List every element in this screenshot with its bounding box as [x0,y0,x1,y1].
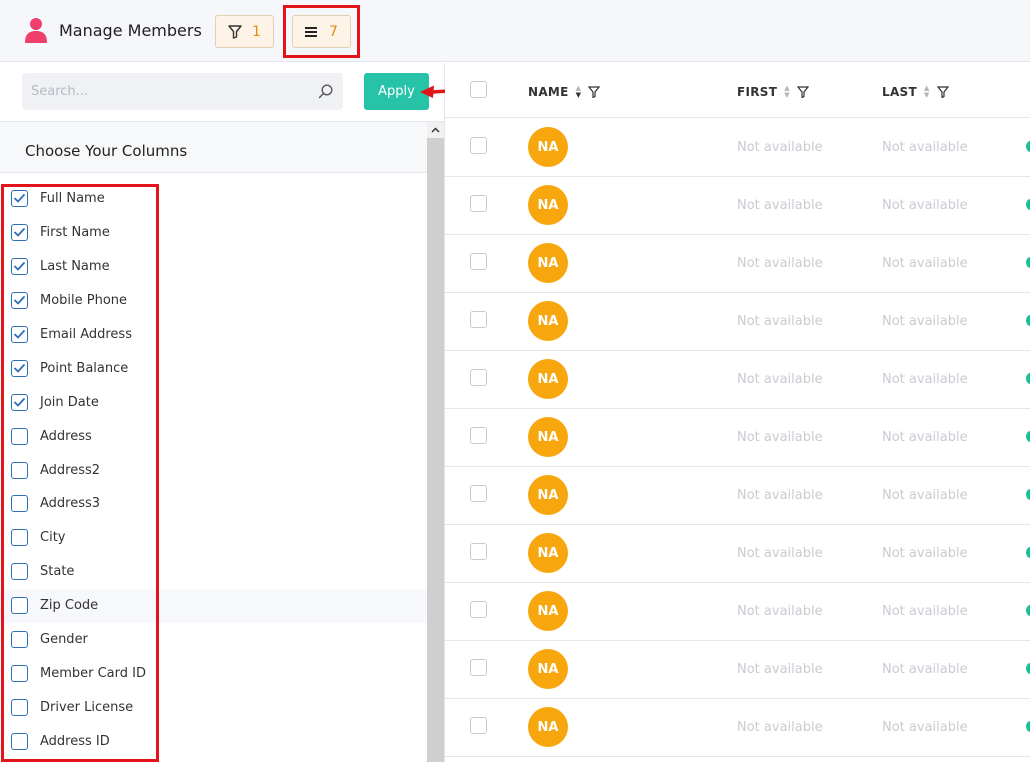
avatar: NA [528,185,568,225]
filter-button[interactable]: 1 [215,15,274,48]
avatar: NA [528,475,568,515]
scroll-up-icon[interactable] [427,122,444,138]
cell-last: Not available [882,256,968,271]
cell-last: Not available [882,488,968,503]
row-checkbox[interactable] [470,195,487,212]
status-icon [1026,605,1030,616]
column-filter-icon[interactable] [588,86,601,98]
sort-icon[interactable]: ▲ ▼ [576,85,582,99]
table-row[interactable]: NA Not available Not available [445,409,1030,467]
status-icon [1026,315,1030,326]
table-row[interactable]: NA Not available Not available [445,293,1030,351]
highlight-box [283,5,360,58]
user-icon [25,18,47,43]
cell-last: Not available [882,662,968,677]
status-icon [1026,721,1030,732]
cell-first: Not available [737,662,823,677]
cell-last: Not available [882,314,968,329]
table-row[interactable]: NA Not available Not available [445,525,1030,583]
header-name-label: NAME [528,85,569,99]
cell-first: Not available [737,372,823,387]
cell-last: Not available [882,372,968,387]
row-checkbox[interactable] [470,659,487,676]
cell-first: Not available [737,604,823,619]
table-row[interactable]: NA Not available Not available [445,119,1030,177]
column-filter-icon[interactable] [796,86,809,98]
row-checkbox[interactable] [470,543,487,560]
avatar: NA [528,127,568,167]
status-icon [1026,663,1030,674]
avatar: NA [528,301,568,341]
table-row[interactable]: NA Not available Not available [445,351,1030,409]
avatar: NA [528,359,568,399]
filter-icon [228,24,242,39]
status-icon [1026,431,1030,442]
status-icon [1026,373,1030,384]
header-first-label: FIRST [737,85,778,99]
cell-first: Not available [737,488,823,503]
members-table: NAME ▲ ▼ FIRST ▲ ▼ LAST ▲ ▼ NA Not available… [445,63,1030,762]
table-row[interactable]: NA Not available Not available [445,235,1030,293]
avatar: NA [528,649,568,689]
status-icon [1026,141,1030,152]
table-row[interactable]: NA Not available Not available [445,467,1030,525]
cell-first: Not available [737,256,823,271]
page-title: Manage Members [59,21,202,40]
search-icon[interactable] [318,84,333,99]
cell-last: Not available [882,198,968,213]
status-icon [1026,489,1030,500]
avatar: NA [528,533,568,573]
cell-first: Not available [737,314,823,329]
cell-last: Not available [882,140,968,155]
column-header-last[interactable]: LAST ▲ ▼ [882,85,949,99]
cell-last: Not available [882,720,968,735]
column-header-first[interactable]: FIRST ▲ ▼ [737,85,809,99]
page-header: Manage Members 1 7 [0,0,1030,62]
filter-count: 1 [252,23,261,40]
row-checkbox[interactable] [470,717,487,734]
cell-first: Not available [737,720,823,735]
cell-last: Not available [882,430,968,445]
header-last-label: LAST [882,85,917,99]
cell-first: Not available [737,546,823,561]
row-checkbox[interactable] [470,137,487,154]
avatar: NA [528,707,568,747]
row-checkbox[interactable] [470,253,487,270]
sort-icon[interactable]: ▲ ▼ [784,85,790,99]
table-header: NAME ▲ ▼ FIRST ▲ ▼ LAST ▲ ▼ [445,63,1030,118]
table-row[interactable]: NA Not available Not available [445,583,1030,641]
row-checkbox[interactable] [470,601,487,618]
select-all-checkbox[interactable] [470,81,487,98]
table-row[interactable]: NA Not available Not available [445,177,1030,235]
avatar: NA [528,591,568,631]
highlight-box [1,184,159,762]
status-icon [1026,547,1030,558]
status-icon [1026,199,1030,210]
search-box [22,73,343,110]
columns-title: Choose Your Columns [25,142,188,160]
avatar: NA [528,243,568,283]
table-row[interactable]: NA Not available Not available [445,641,1030,699]
sort-icon[interactable]: ▲ ▼ [924,85,930,99]
row-checkbox[interactable] [470,369,487,386]
row-checkbox[interactable] [470,311,487,328]
column-header-name[interactable]: NAME ▲ ▼ [528,85,601,99]
columns-header: Choose Your Columns [0,122,427,173]
search-input[interactable] [22,73,343,110]
scrollbar[interactable] [427,122,444,762]
row-checkbox[interactable] [470,427,487,444]
cell-last: Not available [882,604,968,619]
column-filter-icon[interactable] [936,86,949,98]
table-row[interactable]: NA Not available Not available [445,699,1030,757]
cell-first: Not available [737,430,823,445]
cell-last: Not available [882,546,968,561]
status-icon [1026,257,1030,268]
avatar: NA [528,417,568,457]
cell-first: Not available [737,198,823,213]
cell-first: Not available [737,140,823,155]
row-checkbox[interactable] [470,485,487,502]
